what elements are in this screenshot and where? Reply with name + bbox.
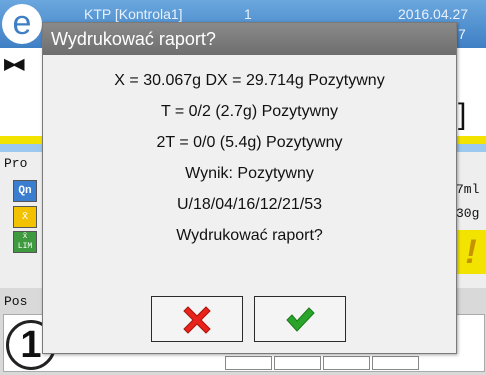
volume-value: 7ml [456,182,480,197]
unit-bracket: ] [458,98,467,131]
dialog-message: X = 30.067g DX = 29.714g Pozytywny T = 0… [43,65,456,251]
message-line-t: T = 0/2 (2.7g) Pozytywny [160,103,339,120]
warning-indicator: ! [456,230,486,274]
message-line-x: X = 30.067g DX = 29.714g Pozytywny [114,72,385,89]
dialog-title: Wydrukować raport? [43,23,456,55]
date-label: 2016.04.27 [398,6,469,22]
confirm-button[interactable] [254,296,346,342]
session-number: 1 [244,6,252,22]
time-label: 7 [458,26,466,42]
mode-label: KTP [Kontrola1] [84,6,183,22]
red-x-icon [183,306,211,334]
message-line-2t: 2T = 0/0 (5.4g) Pozytywny [156,134,343,151]
message-line-question: Wydrukować raport? [176,227,323,244]
message-line-result: Wynik: Pozytywny [185,165,314,182]
cancel-button[interactable] [151,296,243,342]
mass-value: 30g [456,206,480,221]
green-check-icon [286,307,315,332]
product-label: Pro [4,156,28,171]
scale-arrows-icon: ▶◀ [4,56,25,73]
app-logo: e [2,4,42,44]
position-label: Pos [4,294,28,309]
qn-button[interactable]: Qn [13,180,37,202]
limit-button[interactable]: x̄ LIM [13,231,37,253]
mean-button[interactable]: x̄ [13,206,37,228]
bottom-cells [225,356,425,370]
message-line-id: U/18/04/16/12/21/53 [176,196,322,213]
print-report-dialog: Wydrukować raport? X = 30.067g DX = 29.7… [42,22,457,354]
